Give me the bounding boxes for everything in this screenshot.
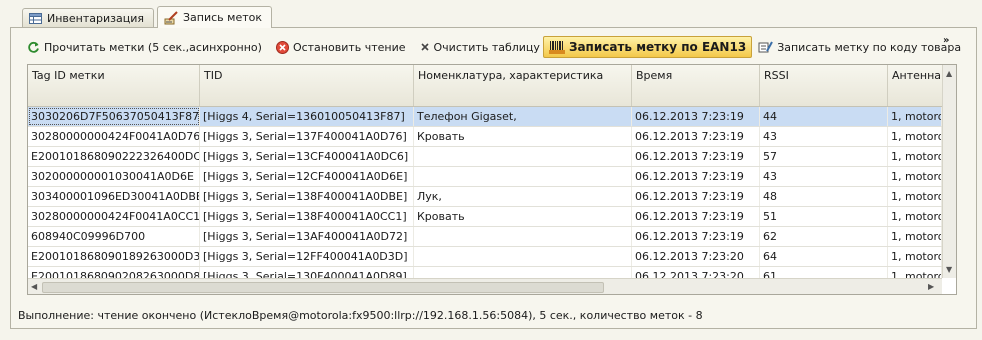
cell-nomenclature: Телефон Gigaset, [414,107,632,126]
cell-tag-id: 303400001096ED30041A0DBE [28,187,200,206]
cell-time: 06.12.2013 7:23:19 [632,207,760,226]
stop-reading-button[interactable]: Остановить чтение [273,37,409,57]
cell-time: 06.12.2013 7:23:20 [632,247,760,266]
cell-nomenclature: Кровать [414,127,632,146]
cell-nomenclature [414,147,632,166]
cell-antenna: 1, motorola [888,247,942,266]
column-header-nomenclature[interactable]: Номенклатура, характеристика [414,65,632,106]
table-icon [29,12,42,24]
table-row[interactable]: 30280000000424F0041A0CC1 [Higgs 3, Serial… [28,207,942,227]
table-row[interactable]: 608940C09996D700 [Higgs 3, Serial=13AF400… [28,227,942,247]
cell-tid: [Higgs 3, Serial=137F400041A0D76] [200,127,414,146]
cell-tag-id: 30280000000424F0041A0CC1 [28,207,200,226]
cell-tid: [Higgs 3, Serial=13AF400041A0D72] [200,227,414,246]
cell-tag-id: 30280000000424F0041A0D76 [28,127,200,146]
cell-time: 06.12.2013 7:23:19 [632,167,760,186]
scroll-down-icon[interactable]: ▼ [946,265,952,274]
table-body: 3030206D7F50637050413F87 [Higgs 4, Serial… [28,107,942,287]
clear-x-icon [420,43,429,51]
cell-tag-id: 608940C09996D700 [28,227,200,246]
tag-write-icon [758,41,774,53]
column-header-tid[interactable]: TID [200,65,414,106]
scroll-up-icon[interactable]: ▲ [946,69,952,78]
toolbar-more-button[interactable]: » [943,36,949,46]
cell-antenna: 1, motorola [888,227,942,246]
cell-antenna: 1, motorola [888,127,942,146]
toolbar: Прочитать метки (5 сек.,асинхронно) Оста… [24,35,964,59]
cell-nomenclature [414,227,632,246]
cell-nomenclature [414,167,632,186]
cell-tid: [Higgs 3, Serial=138F400041A0DBE] [200,187,414,206]
cell-tag-id: E200101868090189263000D3D [28,247,200,266]
cell-rssi: 64 [760,247,888,266]
cell-nomenclature [414,247,632,266]
cell-time: 06.12.2013 7:23:19 [632,187,760,206]
cell-tid: [Higgs 3, Serial=13CF400041A0DC6] [200,147,414,166]
cell-time: 06.12.2013 7:23:19 [632,227,760,246]
cell-tid: [Higgs 3, Serial=12CF400041A0D6E] [200,167,414,186]
barcode-icon [548,41,565,54]
table-header: Tag ID метки TID Номенклатура, характери… [28,65,942,107]
refresh-icon [28,41,39,53]
cell-time: 06.12.2013 7:23:19 [632,107,760,126]
table-row[interactable]: E200101868090189263000D3D [Higgs 3, Seria… [28,247,942,267]
cell-rssi: 48 [760,187,888,206]
horizontal-scrollbar[interactable]: ◀ ▶ [28,278,942,294]
column-header-rssi[interactable]: RSSI [760,65,888,106]
cell-tid: [Higgs 4, Serial=136010050413F87] [200,107,414,126]
column-header-time[interactable]: Время [632,65,760,106]
cell-rssi: 43 [760,167,888,186]
column-header-antenna[interactable]: Антенна [888,65,942,106]
tab-inventory[interactable]: Инвентаризация [22,8,154,27]
scroll-thumb[interactable] [42,282,604,293]
cell-rssi: 62 [760,227,888,246]
cell-rssi: 57 [760,147,888,166]
cell-tag-id: 302000000001030041A0D6E [28,167,200,186]
tab-bar: Инвентаризация Запись меток [22,6,275,28]
pen-write-icon [164,10,178,24]
cell-tag-id: 3030206D7F50637050413F87 [28,107,200,126]
table-row[interactable]: 3030206D7F50637050413F87 [Higgs 4, Serial… [28,107,942,127]
tab-label: Инвентаризация [47,11,144,25]
cell-time: 06.12.2013 7:23:19 [632,127,760,146]
status-text: Выполнение: чтение окончено (ИстеклоВрем… [18,309,703,322]
cell-antenna: 1, motorola [888,207,942,226]
cell-antenna: 1, motorola [888,187,942,206]
write-ean13-button[interactable]: Записать метку по EAN13 [542,36,753,58]
table-row[interactable]: E200101868090222326400DC6 [Higgs 3, Seria… [28,147,942,167]
cell-tid: [Higgs 3, Serial=138F400041A0CC1] [200,207,414,226]
tab-write-tags[interactable]: Запись меток [157,6,273,28]
tab-label: Запись меток [183,11,263,24]
vertical-scrollbar[interactable]: ▲ ▼ [942,65,956,278]
cell-antenna: 1, motorola [888,167,942,186]
cell-nomenclature: Кровать [414,207,632,226]
clear-table-button[interactable]: Очистить таблицу [417,37,543,57]
write-by-product-code-button[interactable]: Записать метку по коду товара [755,37,964,57]
cell-nomenclature: Лук, [414,187,632,206]
stop-icon [275,40,289,54]
cell-antenna: 1, motorola [888,147,942,166]
read-tags-button[interactable]: Прочитать метки (5 сек.,асинхронно) [24,37,265,57]
cell-rssi: 44 [760,107,888,126]
table-row[interactable]: 303400001096ED30041A0DBE [Higgs 3, Serial… [28,187,942,207]
cell-antenna: 1, motorola [888,107,942,126]
tags-table: Tag ID метки TID Номенклатура, характери… [27,64,957,295]
scroll-left-icon[interactable]: ◀ [31,282,37,291]
scroll-right-icon[interactable]: ▶ [928,282,934,291]
cell-tag-id: E200101868090222326400DC6 [28,147,200,166]
column-header-tag-id[interactable]: Tag ID метки [28,65,200,106]
table-row[interactable]: 30280000000424F0041A0D76 [Higgs 3, Serial… [28,127,942,147]
cell-time: 06.12.2013 7:23:19 [632,147,760,166]
cell-rssi: 51 [760,207,888,226]
table-row[interactable]: 302000000001030041A0D6E [Higgs 3, Serial=… [28,167,942,187]
cell-tid: [Higgs 3, Serial=12FF400041A0D3D] [200,247,414,266]
cell-rssi: 43 [760,127,888,146]
